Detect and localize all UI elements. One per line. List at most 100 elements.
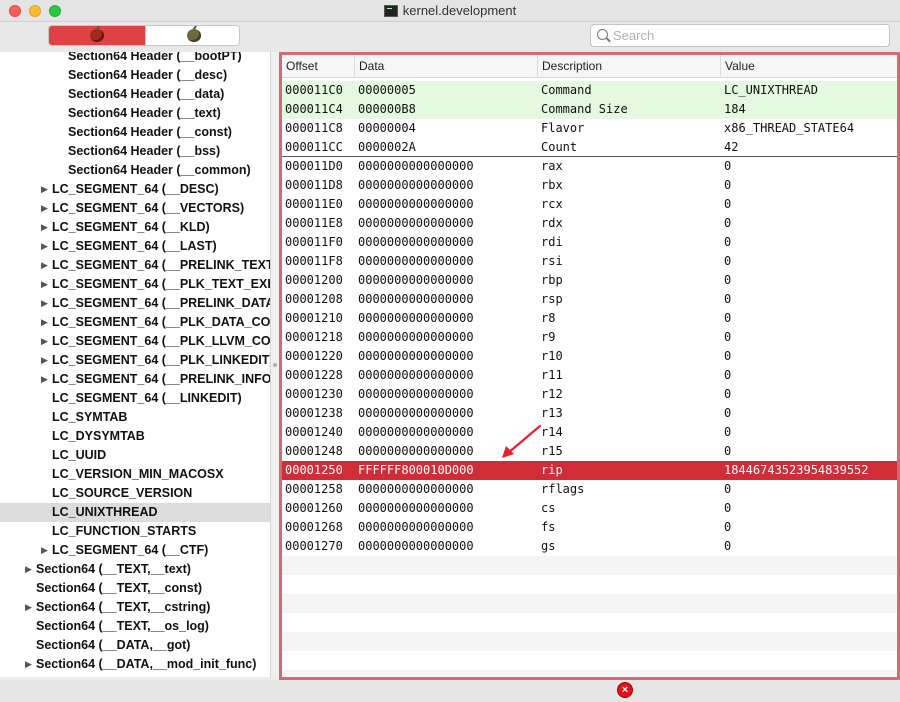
tree-item[interactable]: Section64 (__TEXT,__const)	[0, 579, 270, 598]
table-row[interactable]: 00001260 0000000000000000 cs 0	[282, 499, 897, 518]
tree-item-label: LC_DYSYMTAB	[52, 429, 145, 443]
description-cell: rsi	[541, 254, 563, 268]
table-row[interactable]: 00001218 0000000000000000 r9 0	[282, 328, 897, 347]
table-row[interactable]: 000011C8 00000004 Flavor x86_THREAD_STATE64	[282, 119, 897, 138]
disclosure-triangle-icon[interactable]: ▶	[25, 598, 32, 617]
data-cell: 0000000000000000	[358, 254, 474, 268]
tree-item[interactable]: Section64 Header (__const)	[0, 123, 270, 142]
table-row[interactable]: 00001200 0000000000000000 rbp 0	[282, 271, 897, 290]
disclosure-triangle-icon[interactable]: ▶	[41, 237, 48, 256]
disclosure-triangle-icon[interactable]: ▶	[25, 655, 32, 674]
table-row[interactable]: 00001210 0000000000000000 r8 0	[282, 309, 897, 328]
data-cell: 0000000000000000	[358, 311, 474, 325]
description-cell: rdi	[541, 235, 563, 249]
tree-item[interactable]: ▶ LC_SEGMENT_64 (__VECTORS)	[0, 199, 270, 218]
tree-item-label: Section64 Header (__const)	[68, 125, 232, 139]
divider-handle-icon[interactable]	[273, 363, 277, 367]
table-row[interactable]: 00001268 0000000000000000 fs 0	[282, 518, 897, 537]
tree-item[interactable]: Section64 Header (__bss)	[0, 142, 270, 161]
table-row[interactable]: 000011F0 0000000000000000 rdi 0	[282, 233, 897, 252]
disclosure-triangle-icon[interactable]: ▶	[41, 180, 48, 199]
table-row[interactable]: 000011C4 000000B8 Command Size 184	[282, 100, 897, 119]
disclosure-triangle-icon[interactable]: ▶	[41, 199, 48, 218]
table-row[interactable]: 000011F8 0000000000000000 rsi 0	[282, 252, 897, 271]
tree-item[interactable]: LC_FUNCTION_STARTS	[0, 522, 270, 541]
tree-item[interactable]: ▶ LC_SEGMENT_64 (__PRELINK_DATA)	[0, 294, 270, 313]
table-row[interactable]: 00001240 0000000000000000 r14 0	[282, 423, 897, 442]
tree-item[interactable]: Section64 Header (__text)	[0, 104, 270, 123]
tree-item[interactable]: LC_SEGMENT_64 (__LINKEDIT)	[0, 389, 270, 408]
table-row[interactable]: 00001258 0000000000000000 rflags 0	[282, 480, 897, 499]
table-row[interactable]: 000011C0 00000005 Command LC_UNIXTHREAD	[282, 81, 897, 100]
tree-item[interactable]: Section64 (__TEXT,__os_log)	[0, 617, 270, 636]
raw-view-button[interactable]	[49, 26, 145, 45]
tree-item[interactable]: LC_VERSION_MIN_MACOSX	[0, 465, 270, 484]
tree-item[interactable]: ▶ LC_SEGMENT_64 (__PRELINK_TEXT)	[0, 256, 270, 275]
table-row[interactable]: 00001230 0000000000000000 r12 0	[282, 385, 897, 404]
table-row[interactable]: 000011D8 0000000000000000 rbx 0	[282, 176, 897, 195]
offset-cell: 00001238	[285, 406, 343, 420]
tree-item[interactable]: ▶ LC_SEGMENT_64 (__DESC)	[0, 180, 270, 199]
table-row[interactable]: 00001270 0000000000000000 gs 0	[282, 537, 897, 556]
table-row[interactable]: 000011D0 0000000000000000 rax 0	[282, 157, 897, 176]
tree-item[interactable]: ▶ LC_SEGMENT_64 (__LAST)	[0, 237, 270, 256]
table-row[interactable]: 00001208 0000000000000000 rsp 0	[282, 290, 897, 309]
column-header-offset[interactable]: Offset	[282, 55, 355, 78]
disclosure-triangle-icon[interactable]: ▶	[41, 351, 48, 370]
bug-olive-icon	[186, 29, 201, 42]
offset-cell: 00001248	[285, 444, 343, 458]
tree-item[interactable]: ▶ LC_SEGMENT_64 (__PLK_LLVM_COV)	[0, 332, 270, 351]
disclosure-triangle-icon[interactable]: ▶	[41, 332, 48, 351]
disclosure-triangle-icon[interactable]: ▶	[41, 218, 48, 237]
tree-item[interactable]: ▶ LC_SEGMENT_64 (__PRELINK_INFO)	[0, 370, 271, 389]
tree-item[interactable]: LC_DYSYMTAB	[0, 427, 270, 446]
tree-item[interactable]: ▶ Section64 (__TEXT,__cstring)	[0, 598, 270, 617]
tree-item[interactable]: LC_SOURCE_VERSION	[0, 484, 270, 503]
tree-item[interactable]: ▶ LC_SEGMENT_64 (__PLK_DATA_CONS	[0, 313, 270, 332]
table-row[interactable]: 00001238 0000000000000000 r13 0	[282, 404, 897, 423]
tree-item[interactable]: Section64 Header (__common)	[0, 161, 270, 180]
rva-view-button[interactable]	[145, 26, 239, 45]
disclosure-triangle-icon[interactable]: ▶	[41, 541, 48, 560]
tree-item[interactable]: Section64 Header (__data)	[0, 85, 270, 104]
table-row[interactable]: 00001228 0000000000000000 r11 0	[282, 366, 897, 385]
tree-item[interactable]: ▶ Section64 (__TEXT,__text)	[0, 560, 270, 579]
table-row[interactable]: 000011CC 0000002A Count 42	[282, 138, 897, 157]
tree-item[interactable]: ▶ Section64 (__DATA,__mod_init_func)	[0, 655, 270, 674]
stop-icon[interactable]: ×	[617, 682, 633, 698]
tree-item[interactable]: Section64 Header (__desc)	[0, 66, 270, 85]
tree-item-label: LC_SEGMENT_64 (__PRELINK_INFO)	[52, 372, 271, 386]
disclosure-triangle-icon[interactable]: ▶	[41, 370, 48, 389]
table-row[interactable]: 00001220 0000000000000000 r10 0	[282, 347, 897, 366]
data-cell: FFFFFF800010D000	[358, 463, 474, 477]
column-header-value[interactable]: Value	[721, 55, 897, 78]
split-view-divider[interactable]	[271, 52, 279, 677]
tree-item[interactable]: Section64 Header (__bootPT)	[0, 52, 270, 66]
table-row[interactable]: 000011E0 0000000000000000 rcx 0	[282, 195, 897, 214]
tree-item[interactable]: LC_UUID	[0, 446, 270, 465]
tree-item[interactable]: Section64 (__DATA,__got)	[0, 636, 270, 655]
tree-item[interactable]: ▶ LC_SEGMENT_64 (__KLD)	[0, 218, 270, 237]
search-field[interactable]	[590, 24, 890, 47]
tree-item[interactable]: ▶ LC_SEGMENT_64 (__PLK_TEXT_EXEC	[0, 275, 270, 294]
table-row[interactable]: 00001248 0000000000000000 r15 0	[282, 442, 897, 461]
disclosure-triangle-icon[interactable]: ▶	[41, 256, 48, 275]
data-cell: 0000000000000000	[358, 235, 474, 249]
tree-item[interactable]: ▶ LC_SEGMENT_64 (__CTF)	[0, 541, 270, 560]
tree-item[interactable]: LC_SYMTAB	[0, 408, 270, 427]
table-row[interactable]: 000011E8 0000000000000000 rdx 0	[282, 214, 897, 233]
disclosure-triangle-icon[interactable]: ▶	[41, 275, 48, 294]
offset-cell: 00001250	[285, 463, 343, 477]
offset-cell: 00001210	[285, 311, 343, 325]
column-header-data[interactable]: Data	[355, 55, 538, 78]
tree-item[interactable]: ▶ LC_SEGMENT_64 (__PLK_LINKEDIT)	[0, 351, 270, 370]
description-cell: Command	[541, 83, 592, 97]
disclosure-triangle-icon[interactable]: ▶	[41, 313, 48, 332]
disclosure-triangle-icon[interactable]: ▶	[41, 294, 48, 313]
value-cell: 0	[724, 311, 732, 325]
column-header-description[interactable]: Description	[538, 55, 721, 78]
disclosure-triangle-icon[interactable]: ▶	[25, 560, 32, 579]
search-input[interactable]	[613, 27, 883, 44]
table-row[interactable]: 00001250 FFFFFF800010D000 rip 1844674352395…	[282, 461, 897, 480]
tree-item[interactable]: LC_UNIXTHREAD	[0, 503, 270, 522]
